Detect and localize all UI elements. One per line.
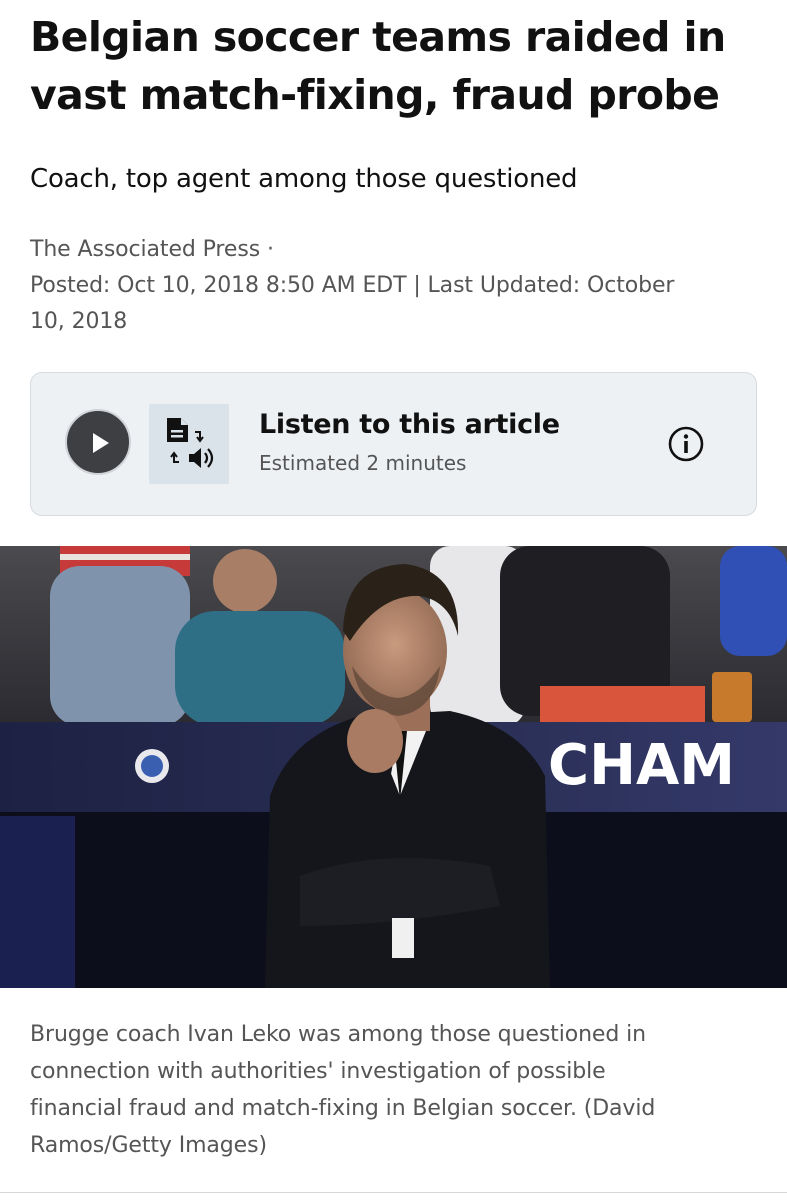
info-button[interactable] xyxy=(667,425,705,463)
article-headline: Belgian soccer teams raided in vast matc… xyxy=(30,8,770,124)
article-deck: Coach, top agent among those questioned xyxy=(30,164,578,194)
caption-line-4: Ramos/Getty Images) xyxy=(30,1133,267,1158)
text-to-speech-icon xyxy=(149,404,229,484)
article-photo: CHAM xyxy=(0,546,787,988)
play-icon xyxy=(93,433,109,453)
byline: The Associated Press · Posted: Oct 10, 2… xyxy=(30,232,750,340)
listen-title: Listen to this article xyxy=(259,409,560,440)
caption-line-3: financial fraud and match-fixing in Belg… xyxy=(30,1096,656,1121)
photo-caption: Brugge coach Ivan Leko was among those q… xyxy=(30,1016,750,1164)
listen-estimate: Estimated 2 minutes xyxy=(259,451,467,475)
posted-date-line-1: Posted: Oct 10, 2018 8:50 AM EDT | Last … xyxy=(30,273,675,298)
posted-date-line-2: 10, 2018 xyxy=(30,309,128,334)
play-button[interactable] xyxy=(65,409,131,475)
info-icon xyxy=(668,426,704,462)
byline-source: The Associated Press · xyxy=(30,237,274,262)
headline-line-2: vast match-fixing, fraud probe xyxy=(30,71,720,119)
divider xyxy=(0,1192,787,1193)
caption-line-2: connection with authorities' investigati… xyxy=(30,1059,606,1084)
caption-line-1: Brugge coach Ivan Leko was among those q… xyxy=(30,1022,646,1047)
banner-text: CHAM xyxy=(548,733,735,798)
headline-line-1: Belgian soccer teams raided in xyxy=(30,13,726,61)
listen-to-article-card[interactable]: Listen to this article Estimated 2 minut… xyxy=(30,372,757,516)
